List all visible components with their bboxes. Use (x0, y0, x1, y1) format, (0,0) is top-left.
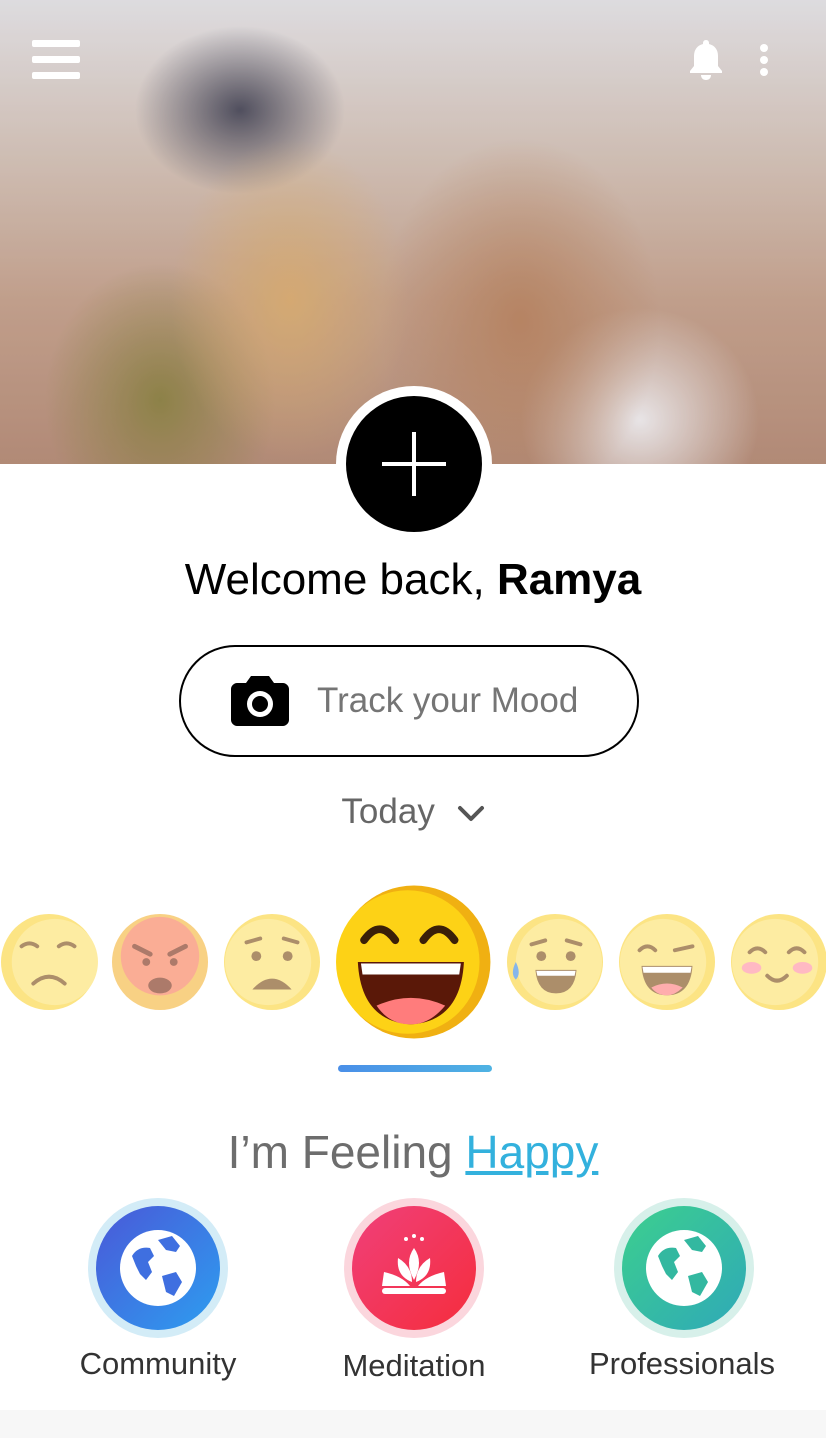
user-name: Ramya (496, 555, 642, 604)
track-mood-label: Track your Mood (317, 681, 579, 720)
add-button-ring (336, 386, 492, 542)
hamburger-menu-icon[interactable] (32, 40, 80, 80)
track-mood-button[interactable]: Track your Mood (179, 645, 639, 757)
feeling-prefix: I’m Feeling (227, 1126, 466, 1178)
mood-blushing[interactable] (730, 913, 826, 1011)
mood-sad[interactable] (0, 913, 98, 1011)
period-selector[interactable]: Today (0, 790, 826, 834)
professionals-label[interactable]: Professionals (562, 1346, 802, 1382)
globe-icon (646, 1230, 722, 1306)
mood-happy[interactable] (336, 884, 492, 1040)
bell-icon[interactable] (688, 38, 724, 80)
welcome-message: Welcome back, Ramya (0, 552, 826, 608)
feeling-mood-link[interactable]: Happy (465, 1126, 598, 1178)
feeling-text: I’m Feeling Happy (0, 1124, 826, 1180)
chevron-down-icon (457, 805, 484, 821)
community-label[interactable]: Community (38, 1346, 278, 1382)
selected-mood-indicator (338, 1065, 492, 1072)
globe-icon (120, 1230, 196, 1306)
community-button[interactable] (88, 1198, 228, 1338)
period-label: Today (341, 792, 435, 831)
mood-worried[interactable] (223, 913, 321, 1011)
meditation-button[interactable] (344, 1198, 484, 1338)
mood-grinning[interactable] (618, 913, 716, 1011)
mood-angry[interactable] (111, 913, 209, 1011)
mood-relieved[interactable] (506, 913, 604, 1011)
camera-icon (231, 676, 289, 726)
vertical-dots-icon[interactable] (752, 40, 776, 80)
lotus-icon (382, 1234, 446, 1294)
meditation-label[interactable]: Meditation (294, 1348, 534, 1384)
welcome-prefix: Welcome back, (184, 555, 497, 604)
add-button[interactable] (346, 396, 482, 532)
bottom-strip (0, 1410, 826, 1438)
plus-icon-vertical (412, 432, 416, 496)
professionals-button[interactable] (614, 1198, 754, 1338)
